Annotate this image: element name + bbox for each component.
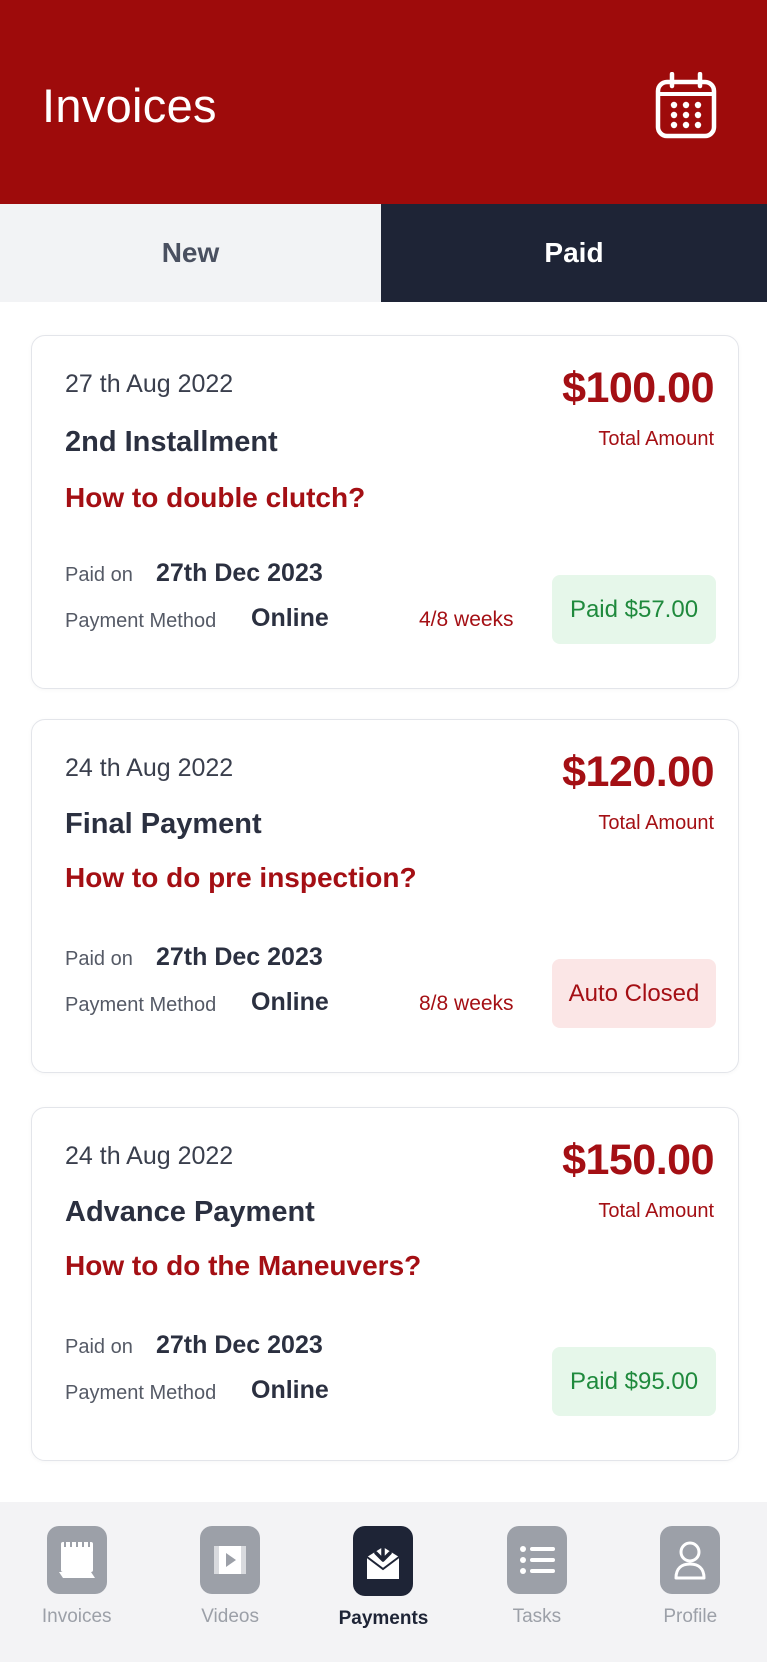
nav-tasks[interactable]: Tasks: [460, 1502, 613, 1662]
nav-label: Videos: [201, 1606, 259, 1627]
calendar-icon[interactable]: [654, 71, 718, 140]
invoice-amount: $100.00: [562, 364, 714, 412]
total-amount-label: Total Amount: [598, 812, 714, 834]
bottom-nav: Invoices Videos Payments Tasks Profile: [0, 1502, 767, 1662]
invoice-amount: $120.00: [562, 748, 714, 796]
status-badge: Paid $95.00: [552, 1347, 716, 1416]
invoice-lesson: How to double clutch?: [65, 482, 366, 513]
profile-icon: [660, 1526, 721, 1594]
status-badge: Auto Closed: [552, 959, 716, 1028]
weeks-progress: 4/8 weeks: [419, 608, 514, 631]
payment-method-label: Payment Method: [65, 1382, 217, 1404]
paid-on-label: Paid on: [65, 948, 133, 970]
invoice-lesson: How to do the Maneuvers?: [65, 1250, 422, 1281]
payment-method-label: Payment Method: [65, 610, 217, 632]
payment-method-value: Online: [251, 988, 329, 1016]
invoice-icon: [46, 1526, 107, 1594]
invoice-amount: $150.00: [562, 1136, 714, 1184]
invoice-date: 27 th Aug 2022: [65, 370, 234, 398]
invoice-title: Advance Payment: [65, 1196, 315, 1228]
weeks-progress: 8/8 weeks: [419, 992, 514, 1015]
payment-method-value: Online: [251, 604, 329, 632]
payment-method-label: Payment Method: [65, 994, 217, 1016]
invoice-title: 2nd Installment: [65, 426, 278, 458]
tab-paid[interactable]: Paid: [381, 204, 767, 302]
invoice-title: Final Payment: [65, 808, 262, 840]
nav-invoices[interactable]: Invoices: [0, 1502, 153, 1662]
nav-label: Payments: [338, 1608, 429, 1629]
invoice-tabs: New Paid: [0, 204, 767, 302]
tab-new[interactable]: New: [0, 204, 381, 302]
nav-videos[interactable]: Videos: [153, 1502, 306, 1662]
status-badge: Paid $57.00: [552, 575, 716, 644]
list-icon: [506, 1526, 567, 1594]
invoice-card[interactable]: 24 th Aug 2022 Final Payment How to do p…: [31, 719, 739, 1073]
total-amount-label: Total Amount: [598, 428, 714, 450]
invoice-lesson: How to do pre inspection?: [65, 862, 417, 893]
page-title: Invoices: [42, 79, 217, 132]
invoice-card[interactable]: 27 th Aug 2022 2nd Installment How to do…: [31, 335, 739, 689]
nav-payments[interactable]: Payments: [307, 1502, 460, 1662]
paid-on-date: 27th Dec 2023: [156, 1331, 323, 1359]
total-amount-label: Total Amount: [598, 1200, 714, 1222]
nav-label: Invoices: [41, 1606, 112, 1627]
nav-label: Tasks: [512, 1606, 562, 1627]
nav-profile[interactable]: Profile: [614, 1502, 767, 1662]
paid-on-date: 27th Dec 2023: [156, 559, 323, 587]
paid-on-date: 27th Dec 2023: [156, 943, 323, 971]
paid-on-label: Paid on: [65, 1336, 133, 1358]
invoice-date: 24 th Aug 2022: [65, 754, 234, 782]
payment-method-value: Online: [251, 1376, 329, 1404]
paid-on-label: Paid on: [65, 564, 133, 586]
payment-icon: [353, 1526, 414, 1596]
video-icon: [200, 1526, 261, 1594]
app-header: Invoices: [0, 0, 767, 204]
invoice-card[interactable]: 24 th Aug 2022 Advance Payment How to do…: [31, 1107, 739, 1461]
nav-label: Profile: [663, 1606, 718, 1627]
invoice-date: 24 th Aug 2022: [65, 1142, 234, 1170]
